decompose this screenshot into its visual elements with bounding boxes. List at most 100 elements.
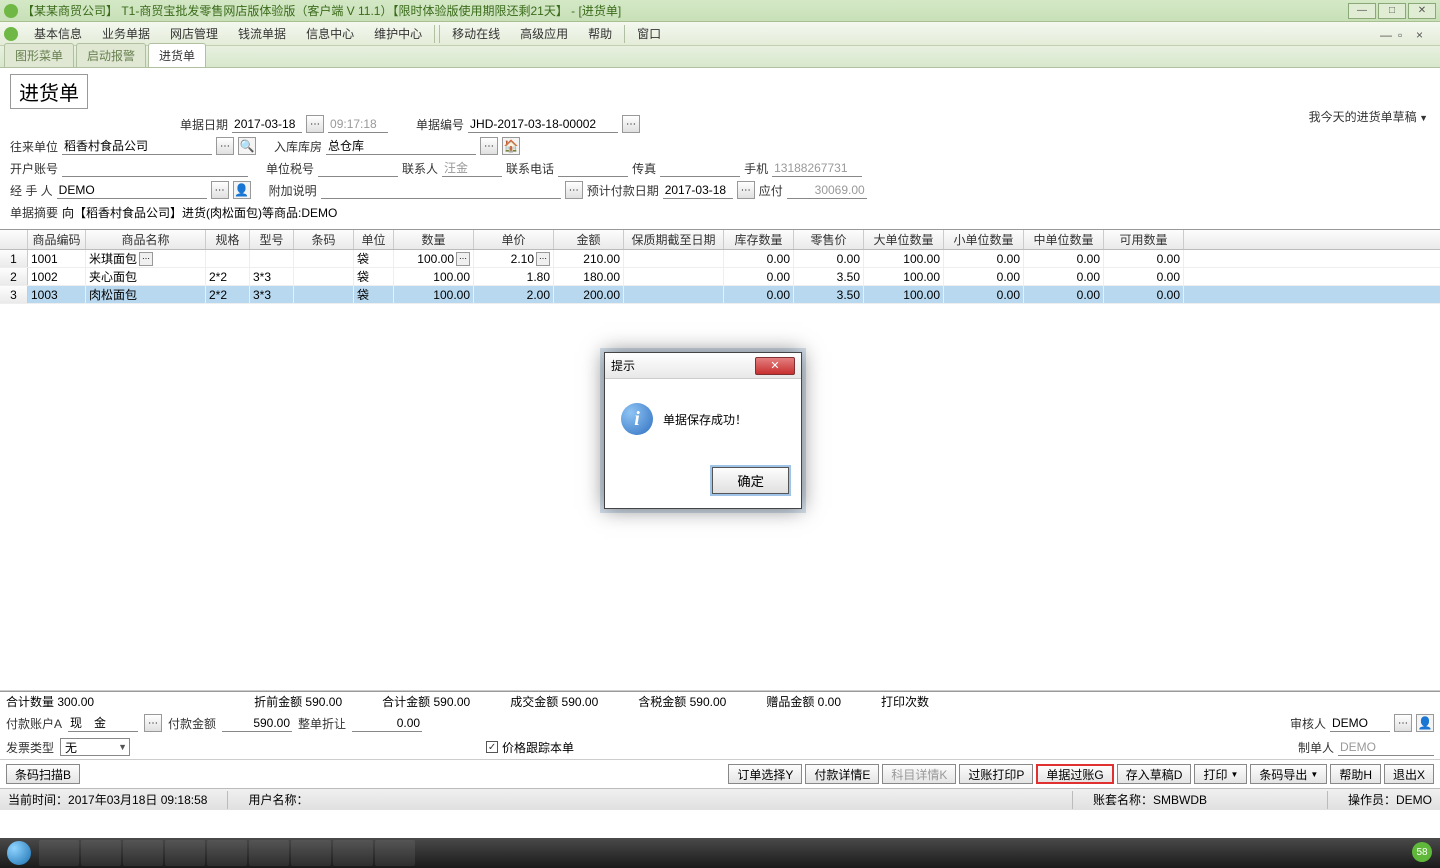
field-note[interactable] [321,181,561,199]
taskbar-item[interactable] [249,840,289,866]
date-picker-button[interactable]: ⋯ [306,115,324,133]
field-supplier[interactable]: 稻香村食品公司 [62,137,212,155]
cell[interactable]: 2.00 [474,286,554,303]
col-header[interactable]: 零售价 [794,230,864,249]
cell[interactable]: 0.00 [724,268,794,285]
cell[interactable] [250,250,294,267]
tab-1[interactable]: 启动报警 [76,43,146,67]
action-条码导出[interactable]: 条码导出 [1250,764,1327,784]
tab-0[interactable]: 图形菜单 [4,43,74,67]
cell-picker-button[interactable]: ⋯ [456,252,470,266]
col-header[interactable]: 单价 [474,230,554,249]
cell[interactable]: 米琪面包⋯ [86,250,206,267]
menu-1[interactable]: 业务单据 [92,22,160,45]
cell[interactable]: 100.00⋯ [394,250,474,267]
col-header[interactable]: 条码 [294,230,354,249]
cell[interactable] [624,268,724,285]
cell[interactable]: 0.00 [944,250,1024,267]
checkbox-pricetrack[interactable]: ✓ [486,741,498,753]
taskbar-item[interactable] [333,840,373,866]
cell[interactable]: 2*2 [206,286,250,303]
docno-picker-button[interactable]: ⋯ [622,115,640,133]
taskbar-item[interactable] [207,840,247,866]
handler-info-icon[interactable]: 👤 [233,181,251,199]
cell[interactable]: 100.00 [864,250,944,267]
menu-0[interactable]: 基本信息 [24,22,92,45]
col-header[interactable]: 可用数量 [1104,230,1184,249]
cell[interactable]: 3 [0,286,28,303]
cell-picker-button[interactable]: ⋯ [139,252,153,266]
menu-9[interactable]: 窗口 [627,22,671,45]
menu-7[interactable]: 高级应用 [510,22,578,45]
cell[interactable]: 肉松面包 [86,286,206,303]
cell[interactable]: 1.80 [474,268,554,285]
cell[interactable]: 0.00 [944,268,1024,285]
cell[interactable] [294,268,354,285]
supplier-info-icon[interactable]: 🔍 [238,137,256,155]
cell[interactable]: 0.00 [1024,268,1104,285]
action-退出X[interactable]: 退出X [1384,764,1434,784]
mdi-minimize-icon[interactable]: — [1380,28,1394,40]
action-帮助H[interactable]: 帮助H [1330,764,1381,784]
mdi-close-icon[interactable]: × [1416,28,1430,40]
taskbar-item[interactable] [165,840,205,866]
menu-6[interactable]: 移动在线 [442,22,510,45]
warehouse-home-icon[interactable]: 🏠 [502,137,520,155]
mdi-restore-icon[interactable]: ▫ [1398,28,1412,40]
cell[interactable]: 100.00 [394,286,474,303]
menu-3[interactable]: 钱流单据 [228,22,296,45]
field-warehouse[interactable]: 总仓库 [326,137,476,155]
cell[interactable]: 200.00 [554,286,624,303]
maximize-button[interactable]: □ [1378,3,1406,19]
field-bank[interactable] [62,159,248,177]
taskbar-item[interactable] [123,840,163,866]
action-过账打印P[interactable]: 过账打印P [959,764,1033,784]
field-wholedisc[interactable]: 0.00 [352,714,422,732]
field-phone[interactable] [558,159,628,177]
cell[interactable]: 3.50 [794,268,864,285]
taskbar-item[interactable] [81,840,121,866]
cell[interactable]: 210.00 [554,250,624,267]
cell[interactable]: 180.00 [554,268,624,285]
col-header[interactable] [0,230,28,249]
cell[interactable]: 袋 [354,250,394,267]
tab-2[interactable]: 进货单 [148,43,206,67]
menu-8[interactable]: 帮助 [578,22,622,45]
cell[interactable]: 袋 [354,286,394,303]
field-date[interactable]: 2017-03-18 [232,115,302,133]
col-header[interactable]: 金额 [554,230,624,249]
cell[interactable]: 3*3 [250,268,294,285]
taskbar-item[interactable] [39,840,79,866]
supplier-picker-button[interactable]: ⋯ [216,137,234,155]
col-header[interactable]: 小单位数量 [944,230,1024,249]
field-contact[interactable]: 汪金 [442,159,502,177]
col-header[interactable]: 单位 [354,230,394,249]
cell[interactable]: 0.00 [724,250,794,267]
taskbar-item[interactable] [291,840,331,866]
field-handler[interactable]: DEMO [57,181,207,199]
cell[interactable] [294,286,354,303]
table-row[interactable]: 21002夹心面包2*23*3袋100.001.80180.000.003.50… [0,268,1440,286]
col-header[interactable]: 商品编码 [28,230,86,249]
taskbar-item[interactable] [375,840,415,866]
cell[interactable]: 1001 [28,250,86,267]
action-付款详情E[interactable]: 付款详情E [805,764,879,784]
start-button[interactable] [0,838,38,868]
cell[interactable]: 0.00 [944,286,1024,303]
select-invoice[interactable]: 无 [60,738,130,756]
menu-5[interactable]: 维护中心 [364,22,432,45]
field-docno[interactable]: JHD-2017-03-18-00002 [468,115,618,133]
action-订单选择Y[interactable]: 订单选择Y [728,764,802,784]
cell[interactable] [206,250,250,267]
field-fax[interactable] [660,159,740,177]
col-header[interactable]: 大单位数量 [864,230,944,249]
field-auditor[interactable]: DEMO [1330,714,1390,732]
action-单据过账G[interactable]: 单据过账G [1036,764,1113,784]
cell[interactable]: 1003 [28,286,86,303]
col-header[interactable]: 库存数量 [724,230,794,249]
minimize-button[interactable]: — [1348,3,1376,19]
cell[interactable]: 3.50 [794,286,864,303]
col-header[interactable]: 规格 [206,230,250,249]
menu-2[interactable]: 网店管理 [160,22,228,45]
draft-link[interactable]: 我今天的进货单草稿 [1309,108,1428,125]
